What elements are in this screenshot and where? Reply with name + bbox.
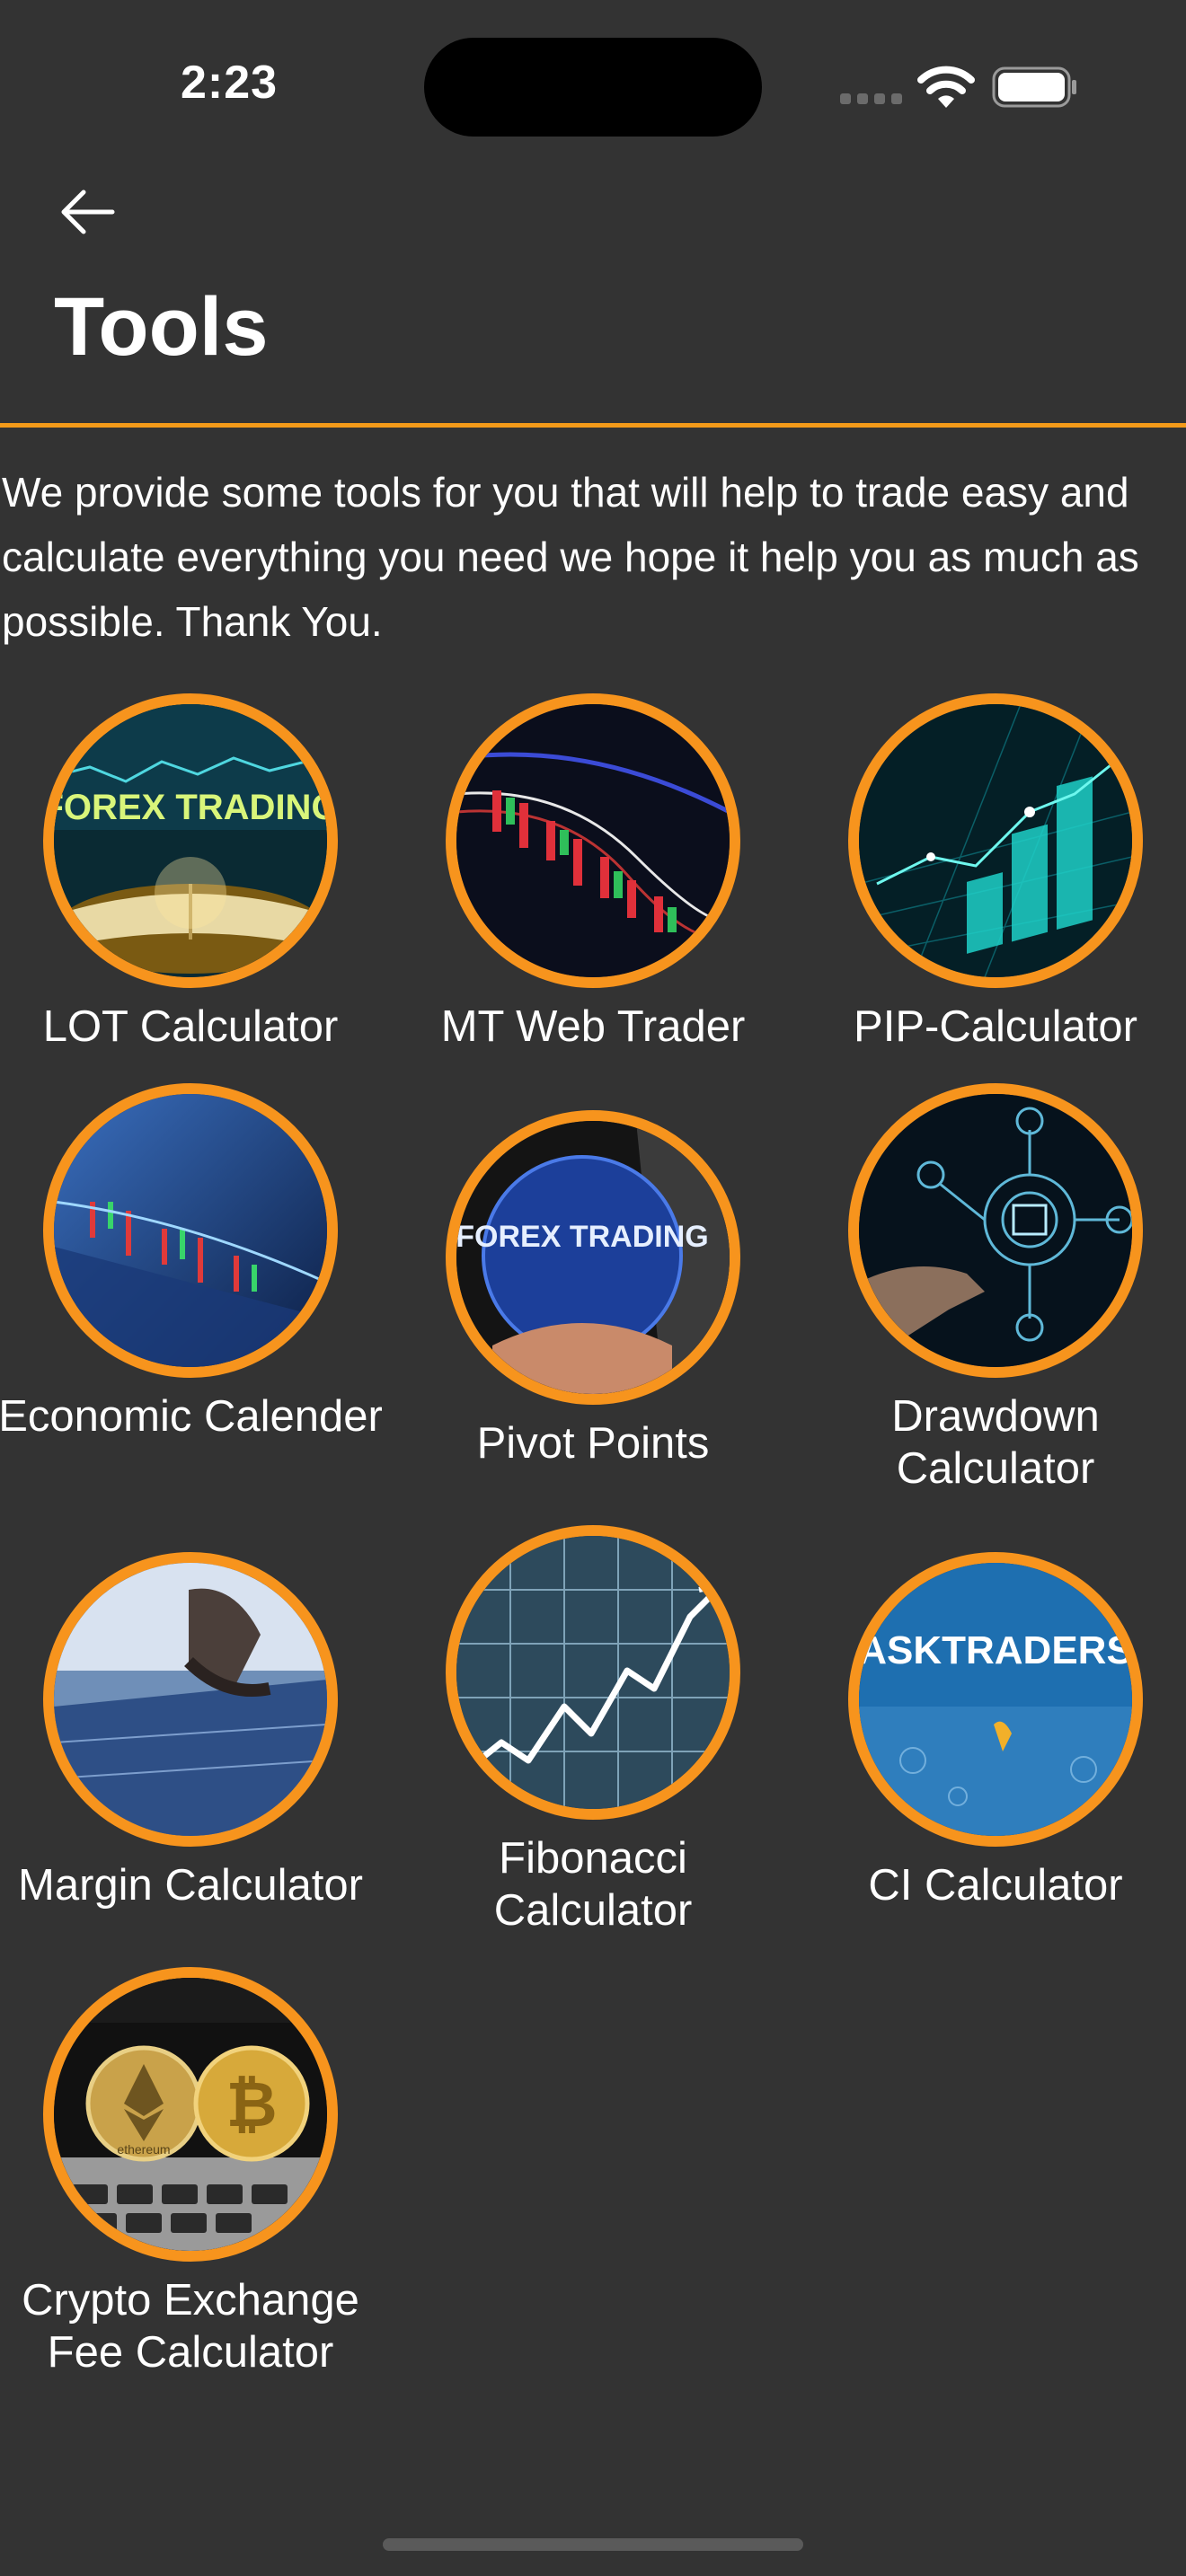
tool-ci-calculator[interactable]: ASKTRADERS CI Calculator [798,1552,1186,1911]
tool-fibonacci-calculator[interactable]: Fibonacci Calculator [395,1525,791,1935]
svg-text:ethereum: ethereum [117,2142,170,2157]
crypto-exchange-fee-calculator-image: ethereum ₿ [43,1967,338,2262]
svg-text:ASKTRADERS: ASKTRADERS [859,1628,1132,1672]
tool-label: Fibonacci Calculator [493,1834,693,1935]
tool-mt-web-trader[interactable]: MT Web Trader [395,693,791,1053]
tool-label: CI Calculator [868,1861,1123,1910]
tool-label: Economic Calender [0,1392,383,1441]
tool-pip-calculator[interactable]: PIP-Calculator [798,693,1186,1053]
svg-text:FOREX TRADING: FOREX TRADING [456,1220,709,1254]
pivot-points-image: FOREX TRADING [446,1110,740,1405]
drawdown-calculator-image [848,1083,1143,1378]
tool-lot-calculator[interactable]: FOREX TRADING LOT Calculator [0,693,388,1053]
mt-web-trader-image [446,693,740,988]
svg-text:₿: ₿ [226,2069,277,2139]
tool-label: Crypto Exchange Fee Calculator [22,2276,359,2377]
economic-calender-image [43,1083,338,1378]
home-indicator[interactable] [383,2538,803,2551]
tool-label: MT Web Trader [440,1002,746,1051]
tool-drawdown-calculator[interactable]: Drawdown Calculator [798,1083,1186,1493]
fibonacci-calculator-image [446,1525,740,1820]
tool-label: Pivot Points [476,1419,710,1468]
tool-label: PIP-Calculator [854,1002,1137,1051]
lot-calculator-image: FOREX TRADING [43,693,338,988]
tool-crypto-exchange-fee-calculator[interactable]: ethereum ₿ Crypto Exchange Fee Calculato… [0,1967,388,2377]
tool-pivot-points[interactable]: FOREX TRADING Pivot Points [395,1110,791,1469]
tools-grid: FOREX TRADING LOT Calculator MT Web Trad… [0,0,1186,2576]
tool-margin-calculator[interactable]: Margin Calculator [0,1552,388,1911]
margin-calculator-image [43,1552,338,1847]
pip-calculator-image [848,693,1143,988]
tool-economic-calender[interactable]: Economic Calender [0,1083,388,1442]
tool-label: Drawdown Calculator [891,1392,1100,1493]
ci-calculator-image: ASKTRADERS [848,1552,1143,1847]
tool-label: Margin Calculator [18,1861,363,1910]
tool-label: LOT Calculator [42,1002,339,1051]
svg-text:FOREX TRADING: FOREX TRADING [54,788,327,827]
